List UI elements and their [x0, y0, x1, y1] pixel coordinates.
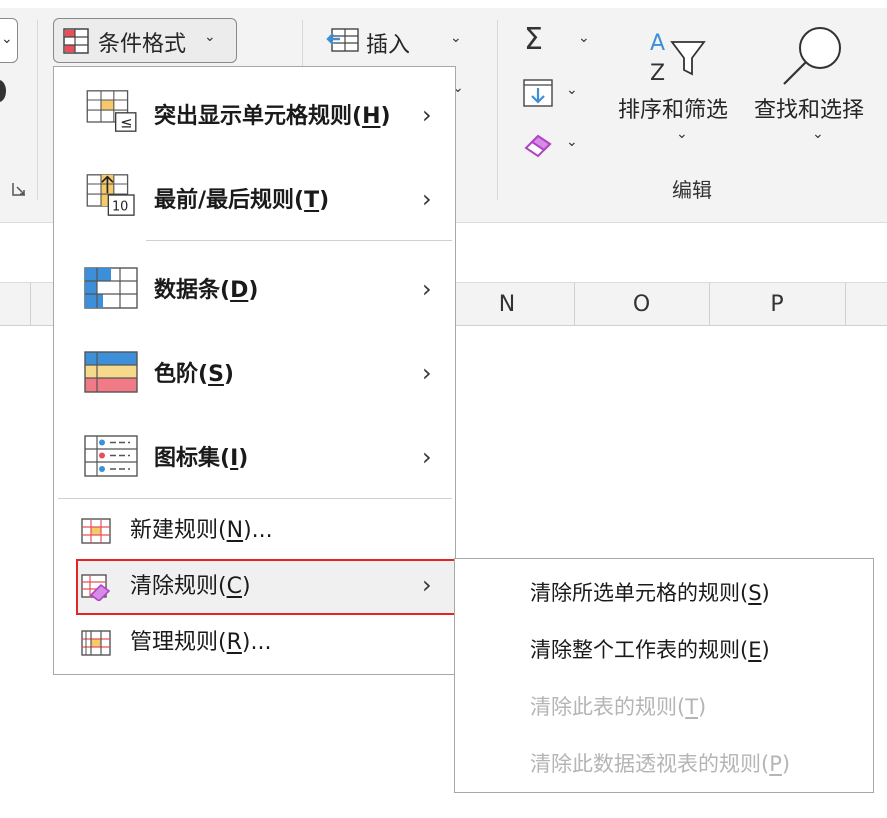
chevron-down-icon: ⌄	[450, 30, 462, 46]
menu-item-label: 最前/最后规则(T)	[154, 188, 330, 213]
chevron-down-icon: ⌄	[812, 126, 824, 142]
menu-item-label: 图标集(I)	[154, 446, 249, 471]
chevron-right-icon: ›	[422, 443, 432, 471]
column-header-p[interactable]: P	[709, 283, 845, 325]
chevron-down-icon: ⌄	[578, 30, 590, 46]
insert-cells-icon	[326, 28, 359, 52]
conditional-formatting-button[interactable]: 条件格式 ⌄	[53, 18, 237, 63]
column-header-o[interactable]: O	[574, 283, 709, 325]
ribbon-separator	[497, 20, 498, 200]
menu-item-label: 清除整个工作表的规则(E)	[530, 638, 770, 662]
fill-button[interactable]: ⌄	[520, 76, 595, 116]
data-bars-icon	[84, 267, 138, 309]
column-separator	[845, 283, 846, 325]
sort-filter-label: 排序和筛选	[618, 98, 729, 123]
menu-item-label: 新建规则(N)...	[130, 518, 273, 543]
menu-item-label: 清除此数据透视表的规则(P)	[530, 752, 791, 776]
menu-separator	[58, 498, 452, 499]
menu-item-color-scales[interactable]: 色阶(S) ›	[54, 333, 455, 417]
color-scales-icon	[84, 351, 138, 393]
ribbon-top-edge	[0, 0, 887, 8]
svg-text:Z: Z	[650, 61, 665, 86]
column-separator	[30, 283, 31, 325]
clear-button[interactable]: ⌄	[520, 128, 595, 168]
ribbon-separator	[37, 20, 38, 200]
menu-item-label: 清除所选单元格的规则(S)	[530, 581, 770, 605]
menu-item-highlight-cells-rules[interactable]: ≤ 突出显示单元格规则(H) ›	[54, 75, 455, 159]
menu-item-icon-sets[interactable]: 图标集(I) ›	[54, 417, 455, 501]
conditional-formatting-menu: ≤ 突出显示单元格规则(H) › 10 最前/最后规则(T) › 数据条(D) …	[53, 66, 456, 675]
eraser-icon	[524, 134, 552, 158]
menu-item-label: 色阶(S)	[154, 362, 234, 387]
submenu-item-clear-this-table: 清除此表的规则(T)	[455, 677, 873, 734]
top-bottom-icon: 10	[86, 174, 135, 216]
column-header-n[interactable]: N	[440, 283, 574, 325]
insert-button[interactable]: 插入 ⌄	[322, 20, 472, 64]
submenu-item-clear-this-pivottable: 清除此数据透视表的规则(P)	[455, 734, 873, 791]
find-select-label: 查找和选择	[754, 98, 865, 123]
menu-item-new-rule[interactable]: 新建规则(N)...	[54, 503, 455, 559]
submenu-item-clear-entire-sheet[interactable]: 清除整个工作表的规则(E)	[455, 620, 873, 677]
fill-down-icon	[523, 79, 553, 107]
chevron-right-icon: ›	[422, 359, 432, 387]
manage-rules-icon	[81, 630, 111, 656]
icon-sets-icon	[84, 435, 138, 477]
svg-text:≤: ≤	[120, 115, 132, 132]
chevron-down-icon: ⌄	[1, 31, 13, 47]
chevron-right-icon: ›	[422, 275, 432, 303]
clipped-dropdown[interactable]: ⌄	[0, 18, 18, 63]
chevron-right-icon: ›	[422, 571, 432, 599]
sigma-icon: Σ	[524, 22, 543, 57]
menu-item-clear-rules[interactable]: 清除规则(C) ›	[76, 559, 456, 615]
svg-text:A: A	[650, 31, 665, 56]
autosum-button[interactable]: Σ ⌄	[520, 22, 595, 64]
sort-filter-button[interactable]: A Z 排序和筛选 ⌄	[612, 24, 742, 154]
menu-item-label: 清除规则(C)	[130, 574, 251, 599]
menu-item-label: 清除此表的规则(T)	[530, 695, 707, 719]
magnifier-icon	[783, 27, 841, 85]
chevron-down-icon: ⌄	[676, 126, 688, 142]
chevron-down-icon: ⌄	[204, 29, 216, 45]
chevron-down-icon: ⌄	[566, 82, 578, 98]
chevron-right-icon: ›	[422, 101, 432, 129]
new-rule-icon	[81, 518, 111, 544]
conditional-formatting-label: 条件格式	[98, 32, 187, 57]
insert-label: 插入	[366, 33, 411, 58]
svg-text:10: 10	[112, 200, 128, 215]
find-select-button[interactable]: 查找和选择 ⌄	[748, 24, 883, 154]
chevron-right-icon: ›	[422, 185, 432, 213]
submenu-item-clear-selected-cells[interactable]: 清除所选单元格的规则(S)	[455, 563, 873, 620]
menu-item-label: 突出显示单元格规则(H)	[154, 104, 391, 129]
group-label-editing: 编辑	[672, 178, 712, 202]
clear-rules-icon	[81, 574, 111, 601]
menu-item-top-bottom-rules[interactable]: 10 最前/最后规则(T) ›	[54, 159, 455, 243]
conditional-formatting-icon	[63, 28, 89, 54]
dialog-launcher-icon[interactable]	[12, 181, 26, 196]
clear-rules-submenu: 清除所选单元格的规则(S) 清除整个工作表的规则(E) 清除此表的规则(T) 清…	[454, 558, 874, 793]
menu-item-data-bars[interactable]: 数据条(D) ›	[54, 249, 455, 333]
sort-filter-icon: A Z	[650, 31, 706, 86]
highlight-cells-icon: ≤	[86, 90, 137, 132]
chevron-down-icon: ⌄	[566, 134, 578, 150]
menu-item-label: 数据条(D)	[154, 278, 259, 303]
menu-separator	[146, 240, 452, 241]
menu-item-manage-rules[interactable]: 管理规则(R)...	[54, 615, 455, 671]
menu-item-label: 管理规则(R)...	[130, 630, 272, 655]
